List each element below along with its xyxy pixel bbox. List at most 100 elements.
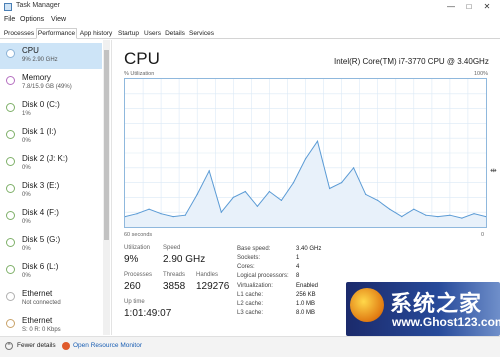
tab-users[interactable]: Users (142, 28, 163, 39)
tab-bar: Processes Performance App history Startu… (0, 27, 500, 39)
virtualization-value: Enabled (296, 283, 319, 289)
utilization-point (365, 193, 367, 195)
sidebar-item-label: Disk 1 (I:) (22, 127, 57, 136)
sidebar-item-cpu[interactable]: CPU 9% 2.90 GHz (0, 43, 102, 69)
open-resource-monitor-link[interactable]: Open Resource Monitor (73, 342, 142, 349)
disk-graph-icon (6, 103, 15, 112)
sidebar-item-disk-2[interactable]: Disk 2 (J: K:) 0% (0, 151, 102, 177)
sidebar-item-label: Disk 0 (C:) (22, 100, 60, 109)
scrollbar-thumb[interactable] (104, 50, 109, 240)
utilization-point (184, 214, 186, 216)
sidebar-item-label: CPU (22, 46, 39, 55)
utilization-point (280, 199, 282, 201)
logical-processors-value: 8 (296, 273, 300, 279)
menu-file[interactable]: File (4, 16, 15, 23)
utilization-point (437, 216, 439, 218)
utilization-point (389, 208, 391, 210)
utilization-point (244, 190, 246, 193)
l3-cache-label: L3 cache: (237, 310, 264, 316)
resize-handle-icon[interactable]: ⇹ (490, 166, 497, 175)
menu-options[interactable]: Options (20, 16, 44, 23)
utilization-point (232, 196, 234, 198)
tab-startup[interactable]: Startup (115, 28, 142, 39)
utilization-value: 9% (124, 254, 139, 265)
utilization-point (353, 167, 355, 169)
tab-performance[interactable]: Performance (36, 28, 77, 39)
cpu-graph-icon (6, 49, 15, 58)
utilization-point (425, 214, 427, 216)
l1-cache-value: 256 KB (296, 292, 316, 298)
uptime-value: 1:01:49:07 (124, 308, 172, 319)
tab-app-history[interactable]: App history (77, 28, 115, 39)
l3-cache-value: 8.0 MB (296, 310, 316, 316)
axis-time-label: 60 seconds (124, 232, 153, 238)
uptime-label: Up time (124, 299, 145, 305)
utilization-point (256, 205, 258, 207)
sidebar-item-disk-6[interactable]: Disk 6 (L:) 0% (0, 259, 102, 285)
minimize-button[interactable]: — (444, 1, 458, 13)
sidebar-item-disk-3[interactable]: Disk 3 (E:) 0% (0, 178, 102, 204)
graph-max-label: 100% (474, 71, 489, 77)
disk-graph-icon (6, 157, 15, 166)
sidebar-item-disk-5[interactable]: Disk 5 (G:) 0% (0, 232, 102, 258)
handles-value: 129276 (196, 281, 230, 292)
close-button[interactable]: ✕ (480, 1, 494, 13)
utilization-point (268, 190, 270, 193)
threads-value: 3858 (163, 281, 186, 292)
utilization-point (316, 140, 319, 142)
sidebar-item-disk-4[interactable]: Disk 4 (F:) 0% (0, 205, 102, 231)
virtualization-label: Virtualization: (237, 283, 273, 289)
fewer-details-link[interactable]: Fewer details (17, 342, 56, 349)
sidebar-item-ethernet-1[interactable]: Ethernet Not connected (0, 286, 102, 312)
utilization-point (160, 213, 162, 215)
sidebar-item-label: Ethernet (22, 289, 53, 298)
cpu-model-name: Intel(R) Core(TM) i7-3770 CPU @ 3.40GHz (334, 57, 489, 66)
sidebar-item-detail: 7.8/15.9 GB (49%) (22, 84, 72, 90)
ethernet-graph-icon (6, 292, 15, 301)
utilization-point (341, 182, 343, 184)
utilization-point (377, 199, 379, 201)
sidebar-item-label: Disk 2 (J: K:) (22, 154, 68, 163)
footer-bar: ^ Fewer details Open Resource Monitor (0, 336, 500, 357)
maximize-button[interactable]: □ (462, 1, 476, 13)
utilization-point (304, 158, 307, 160)
sidebar-item-detail: 0% (22, 138, 31, 144)
processes-label: Processes (124, 272, 153, 278)
handles-label: Handles (196, 272, 219, 278)
sidebar-item-memory[interactable]: Memory 7.8/15.9 GB (49%) (0, 70, 102, 96)
sidebar-item-label: Ethernet (22, 316, 53, 325)
task-manager-icon (4, 3, 12, 11)
ethernet-graph-icon (6, 319, 15, 328)
sidebar-item-detail: 0% (22, 273, 31, 279)
chevron-up-icon[interactable]: ^ (5, 342, 13, 350)
watermark-logo-icon (350, 288, 384, 322)
cores-label: Cores: (237, 264, 255, 270)
sidebar-item-label: Disk 4 (F:) (22, 208, 59, 217)
utilization-point (292, 182, 295, 184)
axis-zero-label: 0 (481, 232, 485, 238)
menu-view[interactable]: View (51, 16, 66, 23)
graph-label: % Utilization (124, 71, 155, 77)
disk-graph-icon (6, 238, 15, 247)
utilization-point (196, 193, 198, 195)
sidebar-item-label: Disk 3 (E:) (22, 181, 60, 190)
sidebar-item-detail: Not connected (22, 300, 61, 306)
site-watermark: 系统之家 www.Ghost123.com (346, 282, 500, 336)
sidebar-item-disk-1[interactable]: Disk 1 (I:) 0% (0, 124, 102, 150)
l2-cache-value: 1.0 MB (296, 301, 316, 307)
sidebar-item-label: Disk 5 (G:) (22, 235, 61, 244)
tab-services[interactable]: Services (187, 28, 216, 39)
resource-sidebar: CPU 9% 2.90 GHz Memory 7.8/15.9 GB (49%)… (0, 40, 112, 335)
sidebar-scrollbar[interactable] (103, 40, 110, 335)
sidebar-item-disk-0[interactable]: Disk 0 (C:) 1% (0, 97, 102, 123)
disk-graph-icon (6, 211, 15, 220)
sidebar-item-ethernet-2[interactable]: Ethernet S: 0 R: 0 Kbps (0, 313, 102, 335)
utilization-point (136, 213, 138, 215)
memory-graph-icon (6, 76, 15, 85)
tab-details[interactable]: Details (163, 28, 187, 39)
utilization-point (172, 216, 174, 218)
tab-processes[interactable]: Processes (2, 28, 36, 39)
sockets-value: 1 (296, 255, 300, 261)
threads-label: Threads (163, 272, 186, 278)
utilization-point (461, 217, 463, 219)
